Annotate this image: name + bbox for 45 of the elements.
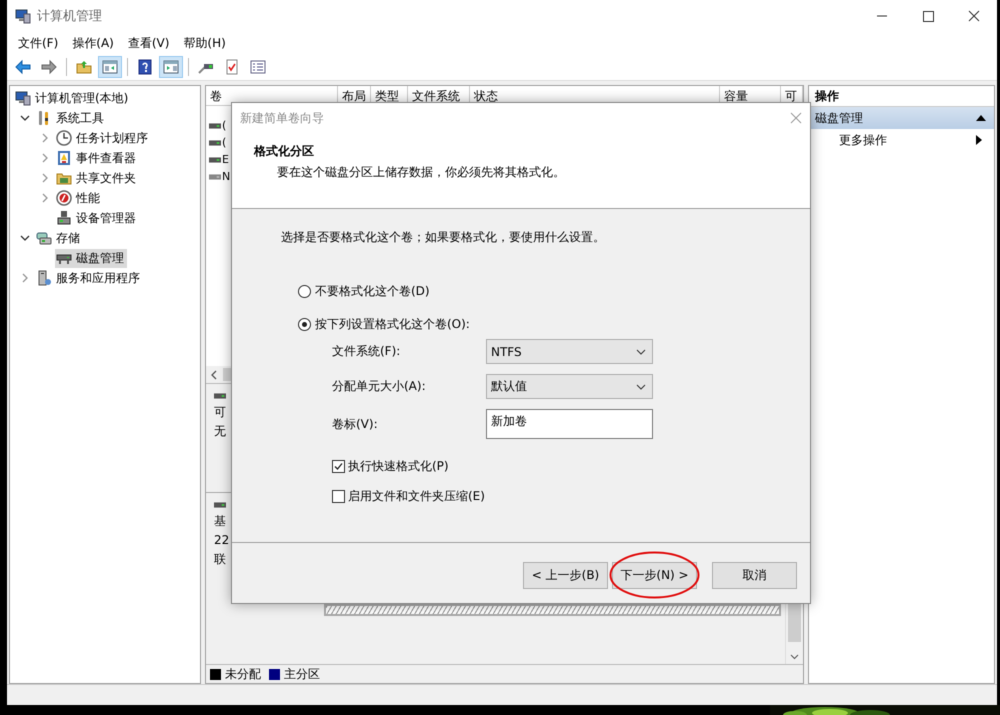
wizard-heading: 格式化分区 [254,143,315,160]
tree-item[interactable]: 服务和应用程序 [35,268,143,288]
wizard-subheading: 要在这个磁盘分区上储存数据，你必须先将其格式化。 [276,164,566,181]
tree-item[interactable]: 计算机管理(本地) [14,88,132,108]
tree-item[interactable]: 共享文件夹 [55,168,139,188]
wizard-button[interactable]: < 上一步(B) [523,562,608,589]
wizard-button[interactable]: 取消 [712,562,797,589]
action-section[interactable]: 磁盘管理 [809,107,994,129]
menu-item[interactable]: 查看(V) [120,32,176,54]
tree-item[interactable]: 任务计划程序 [55,128,151,148]
disk-info-text: 可 [214,405,226,419]
wizard-prompt: 选择是否要格式化这个卷；如果要格式化，要使用什么设置。 [281,229,606,246]
window-title: 计算机管理 [37,8,102,25]
disk-info-text: 基 [214,514,226,528]
action-item[interactable]: 更多操作 [809,129,994,151]
menu-item[interactable]: 操作(A) [65,32,121,54]
input-field[interactable]: 新加卷 [486,409,653,439]
dropdown[interactable]: NTFS [486,339,653,364]
tree-item[interactable]: 存储 [35,228,83,248]
menu-item[interactable]: 帮助(H) [176,32,233,54]
dropdown[interactable]: 默认值 [486,374,653,399]
table-cell: ( [222,119,226,132]
wizard-button[interactable]: 下一步(N) > [612,562,697,589]
tree-item[interactable]: 性能 [55,188,103,208]
legend-label: 主分区 [284,666,320,682]
field-label: 卷标(V): [332,416,379,432]
tree-item[interactable]: 设备管理器 [55,208,139,228]
table-cell: ( [222,136,226,149]
legend-label: 未分配 [225,666,261,682]
tree-item[interactable]: 磁盘管理 [55,248,127,268]
dialog-title: 新建简单卷向导 [240,110,324,126]
tree-item[interactable]: 系统工具 [35,108,107,128]
checkbox-label[interactable]: 启用文件和文件夹压缩(E) [348,488,485,504]
radio-label[interactable]: 按下列设置格式化这个卷(O): [315,316,470,332]
field-label: 分配单元大小(A): [332,378,427,395]
disk-info-text: 联 [214,552,226,566]
disk-info-text: 22 [214,533,230,547]
field-label: 文件系统(F): [332,343,402,360]
table-cell: E [222,153,229,166]
checkbox-label[interactable]: 执行快速格式化(P) [348,458,449,474]
menu-item[interactable]: 文件(F) [11,32,66,54]
tree-item[interactable]: 事件查看器 [55,148,139,168]
table-cell: N [222,170,230,183]
disk-info-text: 无 [214,424,226,438]
radio-label[interactable]: 不要格式化这个卷(D) [315,282,430,300]
